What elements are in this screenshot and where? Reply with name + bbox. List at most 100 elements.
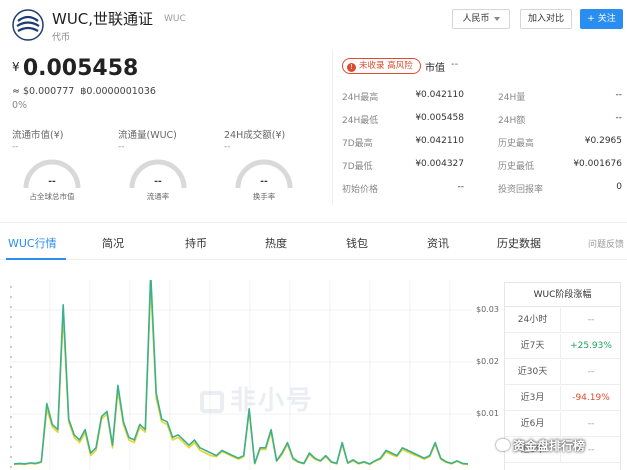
stat-val: ¥0.001676 bbox=[573, 159, 622, 169]
market-cap-label: 市值 bbox=[425, 63, 445, 74]
stat-key: 24H额 bbox=[498, 116, 526, 126]
stat-val: -- bbox=[615, 90, 623, 100]
phase-period: 近30天 bbox=[505, 360, 561, 385]
stat-key: 7D最高 bbox=[342, 139, 373, 149]
stat-label: 流通市值(¥) bbox=[12, 130, 64, 141]
stat-value: -- bbox=[224, 142, 231, 152]
tab-1[interactable]: 简况 bbox=[102, 235, 124, 251]
gauge-label: 占全球总市值 bbox=[29, 192, 75, 201]
stat-val: ¥0.2965 bbox=[584, 136, 622, 146]
stat-label: 流通量(WUC) bbox=[118, 130, 177, 141]
stats-row: 7D最低 ¥0.004327 历史最低 ¥0.001676 bbox=[342, 159, 622, 181]
stat-val: ¥0.005458 bbox=[415, 113, 464, 123]
section-divider bbox=[332, 50, 333, 205]
stat-key: 初始价格 bbox=[342, 185, 379, 195]
stat-label: 24H成交额(¥) bbox=[224, 130, 286, 141]
gauge-icon: -- bbox=[129, 159, 187, 189]
chevron-down-icon bbox=[493, 16, 500, 21]
stat-val: ¥0.042110 bbox=[415, 90, 464, 100]
stat-key: 7D最低 bbox=[342, 162, 373, 172]
stat-key: 24H最低 bbox=[342, 116, 379, 126]
chart-border-dot bbox=[10, 356, 12, 358]
price-change: 0% bbox=[12, 100, 28, 111]
y-tick-label: $0.02 bbox=[476, 357, 499, 366]
tab-5[interactable]: 资讯 bbox=[427, 235, 449, 251]
chart-border-dot bbox=[10, 446, 12, 448]
phase-change: -- bbox=[587, 315, 595, 325]
market-cap-value: -- bbox=[451, 59, 459, 70]
tab-bar: WUC行情 简况 持币 热度 钱包 资讯 历史数据 问题反馈 bbox=[0, 222, 627, 260]
risk-badge-text: 未收录 高风险 bbox=[359, 61, 413, 71]
stats-row: 初始价格 -- 投资回报率 0 bbox=[342, 182, 622, 204]
active-tab-indicator bbox=[6, 258, 66, 260]
coin-symbol: WUC bbox=[164, 14, 186, 24]
chart-border-dot bbox=[10, 406, 12, 408]
chart-border-dot bbox=[10, 456, 12, 458]
price-value: 0.005458 bbox=[22, 56, 139, 81]
chart-border-dot bbox=[10, 366, 12, 368]
stats-row: 7D最高 ¥0.042110 历史最高 ¥0.2965 bbox=[342, 136, 622, 158]
price-btc: ฿0.0000001036 bbox=[80, 86, 156, 97]
phase-table-title: WUC阶段涨幅 bbox=[505, 283, 620, 307]
warning-icon: ! bbox=[347, 63, 356, 72]
currency-label: 人民币 bbox=[462, 14, 490, 24]
coin-name: WUC,世联通证 bbox=[52, 10, 154, 28]
y-tick-label: $0.03 bbox=[476, 305, 499, 314]
chart-border-dot bbox=[10, 326, 12, 328]
gauge-value: -- bbox=[48, 177, 56, 187]
tab-4[interactable]: 钱包 bbox=[346, 235, 368, 251]
follow-button[interactable]: + 关注 bbox=[580, 9, 623, 29]
corner-watermark: 资金盘排行榜 bbox=[496, 437, 585, 454]
chart-border-dot bbox=[10, 296, 12, 298]
stat-key: 投资回报率 bbox=[498, 185, 544, 195]
corner-watermark-text: 资金盘排行榜 bbox=[513, 439, 586, 453]
stat-value: -- bbox=[118, 142, 125, 152]
chart-border-dot bbox=[10, 346, 12, 348]
price-series-line bbox=[13, 283, 469, 466]
stat-val: -- bbox=[615, 113, 623, 123]
phase-row: 近30天 -- bbox=[505, 360, 620, 385]
phase-period: 近6月 bbox=[505, 412, 561, 437]
phase-row: 近7天 +25.93% bbox=[505, 334, 620, 359]
phase-period: 24小时 bbox=[505, 308, 561, 333]
currency-select[interactable]: 人民币 bbox=[452, 9, 510, 29]
chart-border-dot bbox=[10, 286, 12, 288]
phase-change: -- bbox=[587, 419, 595, 429]
phase-change: -94.19% bbox=[572, 393, 610, 403]
risk-badge[interactable]: ! 未收录 高风险 bbox=[342, 58, 421, 74]
phase-row: 近6月 -- bbox=[505, 412, 620, 437]
price-chart-svg bbox=[10, 280, 472, 470]
stat-val: ¥0.042110 bbox=[415, 136, 464, 146]
stat-value: -- bbox=[12, 142, 19, 152]
tab-3[interactable]: 热度 bbox=[265, 235, 287, 251]
add-compare-button[interactable]: 加入对比 bbox=[520, 9, 572, 29]
coin-logo-icon bbox=[12, 9, 44, 41]
phase-row: 近3月 -94.19% bbox=[505, 386, 620, 411]
chart-border-dot bbox=[10, 436, 12, 438]
chart-watermark: 非小号 bbox=[200, 380, 314, 417]
chart-border-dot bbox=[10, 306, 12, 308]
stat-val: -- bbox=[457, 182, 465, 192]
chart-border-dot bbox=[10, 396, 12, 398]
gauge-value: -- bbox=[260, 177, 268, 187]
price-chart[interactable]: 非小号 $0.03 $0.02 $0.01 bbox=[10, 280, 502, 470]
phase-period: 近3月 bbox=[505, 386, 561, 411]
price-series-line bbox=[13, 280, 469, 465]
stats-row: 24H最高 ¥0.042110 24H量 -- bbox=[342, 90, 622, 112]
coin-type: 代币 bbox=[52, 33, 71, 43]
chart-border-dot bbox=[10, 376, 12, 378]
stat-key: 历史最低 bbox=[498, 162, 535, 172]
phase-period: 近7天 bbox=[505, 334, 561, 359]
chart-border-dot bbox=[10, 466, 12, 468]
stats-row: 24H最低 ¥0.005458 24H额 -- bbox=[342, 113, 622, 135]
stat-key: 24H最高 bbox=[342, 93, 379, 103]
tab-0[interactable]: WUC行情 bbox=[8, 235, 57, 251]
tab-6[interactable]: 历史数据 bbox=[497, 235, 541, 251]
watermark-text: 非小号 bbox=[230, 386, 315, 416]
tab-2[interactable]: 持币 bbox=[185, 235, 207, 251]
price-display: ¥ 0.005458 bbox=[12, 56, 138, 81]
coin-header: WUC,世联通证 WUC 代币 人民币 加入对比 + 关注 bbox=[0, 0, 627, 48]
tab-7[interactable]: 问题反馈 bbox=[588, 237, 624, 250]
gauge-icon: -- bbox=[235, 159, 293, 189]
price-stats-table: 24H最高 ¥0.042110 24H量 -- 24H最低 ¥0.005458 24H额 --… bbox=[342, 90, 622, 200]
